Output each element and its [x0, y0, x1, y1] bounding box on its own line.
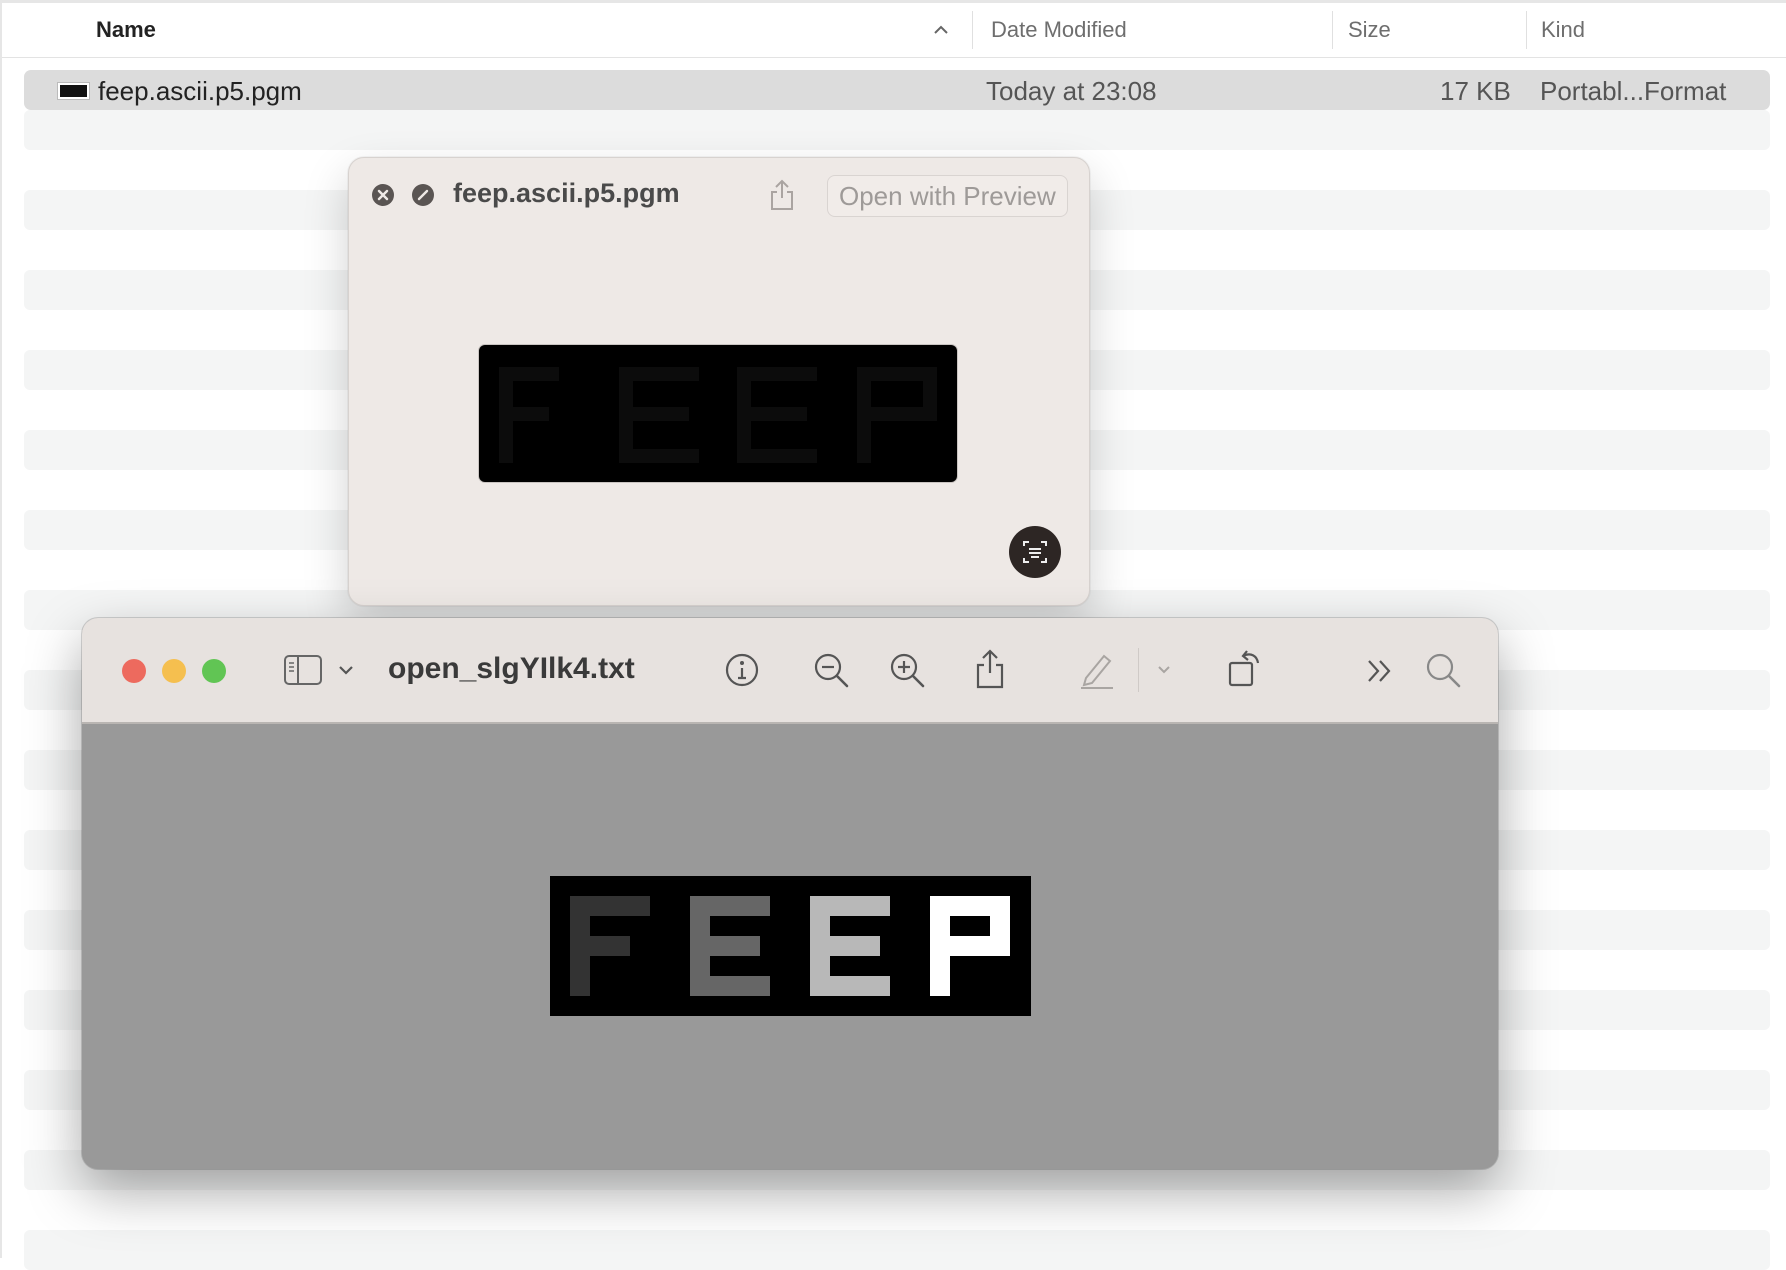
column-separator[interactable] [1526, 11, 1527, 49]
more-icon[interactable] [1365, 658, 1395, 684]
column-separator[interactable] [972, 11, 973, 49]
toolbar-separator [1138, 648, 1139, 692]
column-date-header[interactable]: Date Modified [991, 17, 1127, 43]
chevron-up-icon[interactable] [932, 21, 950, 39]
feep-image [499, 367, 937, 463]
window-title: open_slgYIlk4.txt [388, 652, 635, 685]
file-row[interactable]: feep.ascii.p5.pgm Today at 23:08 17 KB P… [24, 70, 1770, 110]
minimize-button[interactable] [162, 659, 186, 683]
empty-row-stripe [24, 110, 1770, 150]
zoom-out-icon[interactable] [813, 652, 851, 690]
share-icon[interactable] [973, 648, 1007, 690]
open-with-preview-button[interactable]: Open with Preview [827, 175, 1068, 217]
file-date: Today at 23:08 [986, 76, 1157, 106]
close-button[interactable] [122, 659, 146, 683]
live-text-button[interactable] [1009, 526, 1061, 578]
search-icon[interactable] [1425, 652, 1463, 690]
column-size-header[interactable]: Size [1348, 17, 1391, 43]
feep-image [550, 876, 1031, 1016]
fullscreen-icon[interactable] [412, 184, 434, 206]
window-toolbar: open_slgYIlk4.txt [82, 618, 1498, 724]
chevron-down-icon[interactable] [337, 663, 355, 677]
preview-window: open_slgYIlk4.txt [82, 618, 1498, 1169]
quicklook-title: feep.ascii.p5.pgm [453, 178, 680, 208]
column-name-header[interactable]: Name [96, 17, 156, 43]
empty-row-stripe [24, 1230, 1770, 1270]
feep-graphic [570, 896, 1010, 996]
file-kind: Portabl...Format [1540, 76, 1727, 106]
zoom-in-icon[interactable] [889, 652, 927, 690]
quicklook-panel: feep.ascii.p5.pgm Open with Preview [348, 157, 1090, 606]
file-name: feep.ascii.p5.pgm [98, 76, 302, 106]
preview-content [82, 724, 1498, 1169]
column-kind-header[interactable]: Kind [1541, 17, 1585, 43]
close-icon[interactable] [372, 184, 394, 206]
column-separator[interactable] [1332, 11, 1333, 49]
info-icon[interactable] [724, 652, 760, 688]
pgm-file-icon [58, 83, 89, 99]
quicklook-image [479, 345, 957, 482]
rotate-icon[interactable] [1225, 646, 1265, 690]
file-size: 17 KB [1440, 76, 1511, 106]
live-text-icon [1023, 541, 1047, 563]
column-header: Name Date Modified Size Kind [2, 3, 1786, 58]
zoom-button[interactable] [202, 659, 226, 683]
markup-icon[interactable] [1078, 650, 1116, 690]
share-icon[interactable] [767, 178, 797, 212]
sidebar-icon[interactable] [283, 654, 323, 686]
chevron-down-icon[interactable] [1156, 664, 1172, 676]
